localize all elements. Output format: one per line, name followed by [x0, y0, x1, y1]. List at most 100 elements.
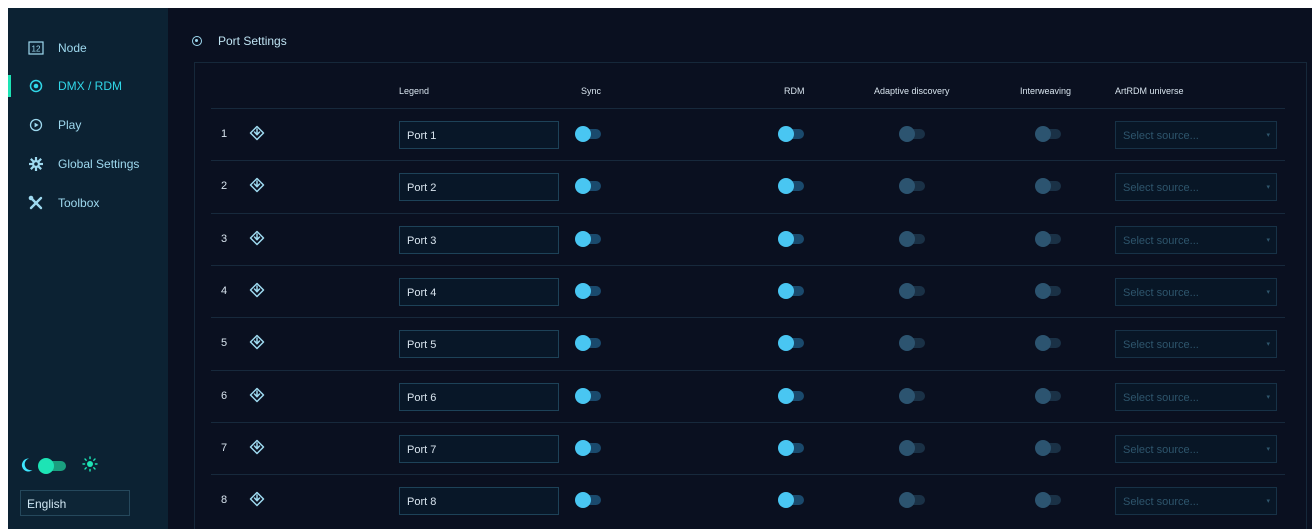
chevron-down-icon: ▾ [1266, 445, 1270, 453]
port-direction-icon[interactable] [249, 125, 265, 141]
play-circle-icon [28, 117, 44, 133]
port-number: 5 [221, 337, 228, 350]
toggle-knob [1035, 126, 1051, 142]
toggle-knob [899, 387, 915, 404]
rdm-toggle[interactable] [778, 492, 806, 509]
rdm-toggle[interactable] [778, 230, 806, 247]
language-select[interactable]: English ⌄ [20, 490, 130, 516]
column-header-artrdm-universe: ArtRDM universe [1115, 86, 1184, 96]
theme-toggle[interactable] [38, 458, 66, 474]
toggle-knob [899, 126, 915, 142]
toggle-knob [575, 126, 591, 142]
adaptive-discovery-toggle[interactable] [899, 492, 927, 509]
node-icon: 12 [28, 40, 44, 56]
sync-toggle[interactable] [575, 439, 603, 456]
select-placeholder: Select source... [1123, 234, 1199, 247]
sidebar-item-node[interactable]: 12 Node [8, 33, 168, 63]
adaptive-discovery-toggle[interactable] [899, 387, 927, 404]
select-placeholder: Select source... [1123, 496, 1199, 509]
sync-toggle[interactable] [575, 178, 603, 195]
sync-toggle[interactable] [575, 282, 603, 299]
port-direction-icon[interactable] [249, 177, 265, 193]
legend-input[interactable]: Port 6 [399, 382, 559, 411]
sidebar-item-toolbox[interactable]: Toolbox [8, 188, 168, 218]
port-number: 8 [221, 494, 228, 507]
artrdm-universe-select[interactable]: Select source... ▾ [1115, 434, 1277, 463]
adaptive-discovery-toggle[interactable] [899, 335, 927, 352]
adaptive-discovery-toggle[interactable] [899, 282, 927, 299]
legend-input[interactable]: Port 2 [399, 173, 559, 202]
port-number: 7 [221, 441, 228, 454]
sync-toggle[interactable] [575, 492, 603, 509]
rdm-toggle[interactable] [778, 126, 806, 142]
interweaving-toggle[interactable] [1035, 178, 1063, 195]
sidebar-item-global-settings[interactable]: Global Settings [8, 149, 168, 179]
artrdm-universe-select[interactable]: Select source... ▾ [1115, 121, 1277, 149]
rdm-toggle[interactable] [778, 282, 806, 299]
artrdm-universe-select[interactable]: Select source... ▾ [1115, 382, 1277, 411]
sidebar-item-label: Node [58, 41, 87, 55]
interweaving-toggle[interactable] [1035, 492, 1063, 509]
toggle-knob [778, 387, 794, 404]
legend-input[interactable]: Port 1 [399, 121, 559, 149]
rdm-toggle[interactable] [778, 178, 806, 195]
sun-icon [82, 456, 98, 477]
artrdm-universe-select[interactable]: Select source... ▾ [1115, 277, 1277, 306]
sidebar-item-dmx-rdm[interactable]: DMX / RDM [8, 71, 168, 101]
port-direction-icon[interactable] [249, 230, 265, 246]
sync-toggle[interactable] [575, 230, 603, 247]
toggle-knob [778, 230, 794, 247]
interweaving-toggle[interactable] [1035, 230, 1063, 247]
artrdm-universe-select[interactable]: Select source... ▾ [1115, 330, 1277, 359]
toggle-knob [899, 439, 915, 456]
port-settings-table: Legend Sync RDM Adaptive discovery Inter… [194, 62, 1307, 529]
port-direction-icon[interactable] [249, 282, 265, 298]
chevron-down-icon: ▾ [1266, 236, 1270, 244]
chevron-down-icon: ▾ [1266, 288, 1270, 296]
artrdm-universe-select[interactable]: Select source... ▾ [1115, 487, 1277, 516]
port-direction-icon[interactable] [249, 334, 265, 350]
rdm-toggle[interactable] [778, 439, 806, 456]
legend-input[interactable]: Port 5 [399, 330, 559, 359]
interweaving-toggle[interactable] [1035, 387, 1063, 404]
legend-input[interactable]: Port 3 [399, 225, 559, 254]
interweaving-toggle[interactable] [1035, 282, 1063, 299]
rdm-toggle[interactable] [778, 335, 806, 352]
sync-toggle[interactable] [575, 335, 603, 352]
adaptive-discovery-toggle[interactable] [899, 178, 927, 195]
sync-toggle[interactable] [575, 387, 603, 404]
toggle-knob [1035, 439, 1051, 456]
toggle-knob [1035, 230, 1051, 247]
port-number: 1 [221, 128, 228, 140]
sidebar-item-label: Play [58, 118, 82, 132]
svg-text:12: 12 [32, 45, 41, 54]
adaptive-discovery-toggle[interactable] [899, 439, 927, 456]
toggle-knob [575, 178, 591, 195]
artrdm-universe-select[interactable]: Select source... ▾ [1115, 225, 1277, 254]
legend-input[interactable]: Port 7 [399, 434, 559, 463]
rdm-toggle[interactable] [778, 387, 806, 404]
app-window: 12 Node DMX / RDM Play Global Settings T… [8, 8, 1312, 529]
sidebar-item-label: Global Settings [58, 157, 140, 171]
adaptive-discovery-toggle[interactable] [899, 230, 927, 247]
interweaving-toggle[interactable] [1035, 439, 1063, 456]
select-placeholder: Select source... [1123, 182, 1199, 195]
legend-input[interactable]: Port 8 [399, 487, 559, 516]
column-header-adaptive-discovery: Adaptive discovery [874, 86, 950, 96]
sync-toggle[interactable] [575, 126, 603, 142]
page-title: Port Settings [218, 34, 287, 48]
toggle-knob [575, 439, 591, 456]
toggle-knob [575, 335, 591, 352]
sidebar-item-play[interactable]: Play [8, 110, 168, 140]
interweaving-toggle[interactable] [1035, 335, 1063, 352]
toggle-knob [778, 178, 794, 195]
moon-icon [20, 457, 34, 478]
interweaving-toggle[interactable] [1035, 126, 1063, 142]
artrdm-universe-select[interactable]: Select source... ▾ [1115, 173, 1277, 202]
port-direction-icon[interactable] [249, 491, 265, 507]
adaptive-discovery-toggle[interactable] [899, 126, 927, 142]
port-direction-icon[interactable] [249, 387, 265, 403]
legend-input[interactable]: Port 4 [399, 277, 559, 306]
port-direction-icon[interactable] [249, 439, 265, 455]
select-placeholder: Select source... [1123, 443, 1199, 456]
